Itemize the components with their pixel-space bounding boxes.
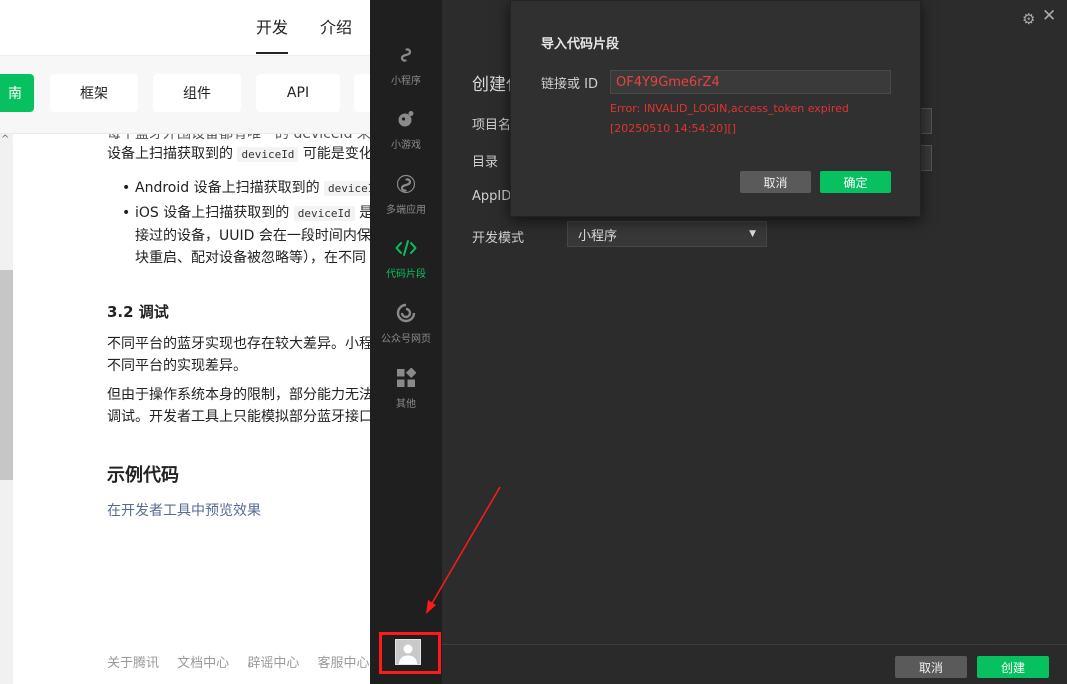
category-label: API (286, 85, 310, 101)
footer-links: 关于腾讯 文档中心 辟谣中心 客服中心 (107, 652, 370, 671)
project-name-label: 项目名 (472, 118, 512, 133)
dev-mode-label: 开发模式 (472, 231, 525, 246)
error-line: Error: INVALID_LOGIN,access_token expire… (610, 102, 849, 115)
doc-line: 但由于操作系统本身的限制，部分能力无法 (107, 387, 370, 403)
scrollbar-thumb[interactable] (0, 270, 13, 480)
code-icon (395, 237, 417, 259)
nav-develop[interactable]: 开发 (256, 14, 288, 38)
settings-icon[interactable]: ⚙ (1022, 10, 1035, 28)
category-label: 南 (8, 86, 22, 102)
create-button[interactable]: 创建 (977, 656, 1049, 678)
chevron-down-icon: ▼ (749, 229, 756, 239)
doc-line: 不同平台的蓝牙实现也存在较大差异。小程 (107, 336, 370, 352)
dev-mode-select[interactable]: 小程序 ▼ (567, 221, 767, 247)
avatar-highlight-box (379, 632, 441, 674)
sidebar-item-miniprogram[interactable]: 小程序 (370, 38, 442, 98)
error-line: [20250510 14:54:20][] (610, 122, 737, 135)
doc-line: 接过的设备，UUID 会在一段时间内保持 (135, 228, 370, 244)
sidebar-item-label: 公众号网页 (381, 334, 431, 345)
link-or-id-label: 链接或 ID (541, 77, 598, 92)
list-item: iOS 设备上扫描获取到的 deviceId 是系统 (122, 201, 370, 226)
dialog-cancel-button[interactable]: 取消 (740, 171, 811, 193)
sidebar-item-label: 小游戏 (391, 140, 421, 151)
doc-text: 设备上扫描获取到的 (107, 146, 233, 162)
sidebar-item-label: 代码片段 (386, 269, 426, 280)
inline-code: deviceId (237, 147, 299, 162)
top-nav: 开发 介绍 (0, 0, 370, 56)
section-heading: 3.2 调试 (107, 303, 169, 321)
sidebar-item-minigame[interactable]: 小游戏 (370, 102, 442, 162)
cancel-button[interactable]: 取消 (895, 656, 967, 678)
sidebar-item-multiplatform[interactable]: 多端应用 (370, 167, 442, 227)
section-heading: 示例代码 (107, 465, 179, 486)
import-snippet-dialog: 导入代码片段 链接或 ID Error: INVALID_LOGIN,acces… (510, 0, 921, 217)
footer-link[interactable]: 文档中心 (177, 656, 229, 671)
error-message: Error: INVALID_LOGIN,access_token expire… (610, 99, 891, 139)
category-api[interactable]: API (256, 74, 340, 112)
category-components[interactable]: 组件 (153, 74, 241, 112)
dialog-confirm-button[interactable]: 确定 (820, 171, 891, 193)
sidebar-item-label: 其他 (396, 399, 416, 410)
inline-code: deviceId (324, 181, 370, 196)
nav-active-underline (256, 52, 288, 54)
grid-icon (395, 367, 417, 389)
category-guide[interactable]: 南 (0, 74, 34, 112)
doc-text: 是系统 (359, 205, 370, 221)
dev-mode-value: 小程序 (578, 229, 618, 244)
doc-line: 块重启、配对设备被忽略等），在不同 (135, 250, 366, 266)
official-account-icon (395, 302, 417, 324)
footer-link[interactable]: 关于腾讯 (107, 656, 159, 671)
category-bar: 南 框架 组件 API (0, 56, 374, 134)
footer-link[interactable]: 客服中心 (317, 656, 369, 671)
minigame-icon (395, 108, 417, 130)
category-framework[interactable]: 框架 (50, 74, 138, 112)
nav-intro[interactable]: 介绍 (320, 14, 352, 38)
sidebar-item-official-account[interactable]: 公众号网页 (370, 296, 442, 356)
multiplatform-icon (395, 173, 417, 195)
footer-link[interactable]: 辟谣中心 (247, 656, 299, 671)
doc-content: 每个蓝牙外围设备都有唯一的 deviceId 来 设备上扫描获取到的 devic… (107, 134, 370, 684)
doc-text: iOS 设备上扫描获取到的 (135, 205, 290, 221)
avatar[interactable] (395, 639, 421, 665)
inline-code: deviceId (293, 206, 355, 221)
scroll-up-icon[interactable]: ^ (1, 134, 9, 145)
dialog-title: 导入代码片段 (541, 37, 620, 52)
list-item: Android 设备上扫描获取到的 deviceId (122, 176, 370, 201)
directory-label: 目录 (472, 155, 499, 170)
sidebar-item-code-snippet[interactable]: 代码片段 (370, 231, 442, 291)
miniprogram-icon (395, 44, 417, 66)
link-or-id-input[interactable] (610, 70, 891, 94)
doc-line: 设备上扫描获取到的 deviceId 可能是变化的 (107, 142, 370, 167)
doc-line: 不同平台的实现差异。 (107, 358, 247, 374)
ide-footer-bar: 取消 创建 (442, 644, 1067, 684)
sidebar-item-label: 小程序 (391, 76, 421, 87)
doc-text: Android 设备上扫描获取到的 (135, 180, 320, 196)
ide-sidebar: 小程序 小游戏 多端应用 代码片段 公众号网页 其他 (370, 0, 442, 684)
category-label: 框架 (80, 86, 108, 102)
category-label: 组件 (183, 86, 211, 102)
appid-label: AppID (472, 189, 512, 204)
doc-text: 可能是变化的 (302, 146, 370, 162)
sidebar-item-other[interactable]: 其他 (370, 361, 442, 421)
doc-line: 调试。开发者工具上只能模拟部分蓝牙接口 (107, 409, 370, 425)
user-icon (399, 644, 417, 664)
sidebar-item-label: 多端应用 (386, 205, 426, 216)
preview-link[interactable]: 在开发者工具中预览效果 (107, 499, 261, 523)
close-icon[interactable]: ✕ (1042, 6, 1056, 26)
